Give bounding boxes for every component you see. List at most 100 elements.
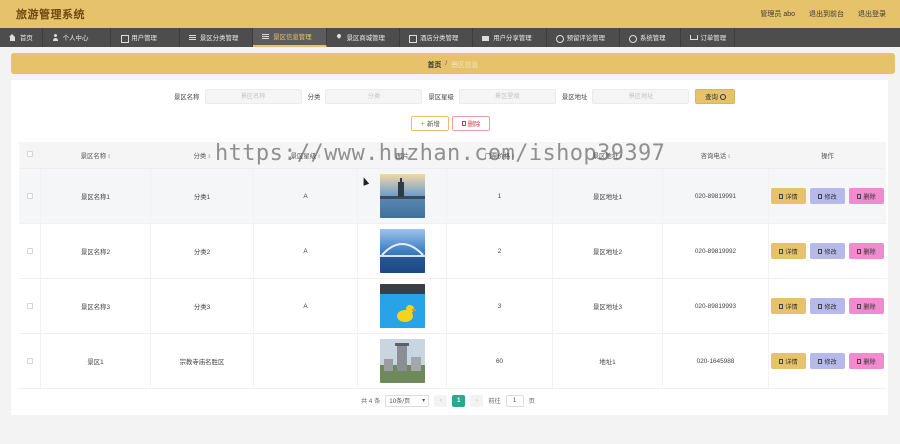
cell-category: 分类2 — [151, 223, 254, 279]
cell-name: 景区名称3 — [41, 278, 151, 334]
cell-name: 景区名称1 — [41, 168, 151, 224]
delete-button[interactable]: 删除 — [849, 188, 884, 204]
cell-image — [358, 168, 447, 224]
row-checkbox[interactable] — [26, 303, 33, 309]
edit-button[interactable]: 修改 — [810, 243, 845, 259]
circle-icon — [629, 34, 638, 43]
chevron-left-icon: ‹ — [439, 397, 442, 404]
nav-item-system[interactable]: 系统管理 — [620, 28, 681, 47]
table-row: 景区名称2 分类2 A 2 景区地址2 020-89819992 详情 修改 删… — [19, 223, 886, 279]
row-checkbox[interactable] — [26, 358, 33, 364]
add-button[interactable]: + 新增 — [411, 116, 449, 131]
cell-level — [254, 333, 358, 389]
detail-label: 详情 — [785, 303, 798, 311]
chevron-down-icon: ▾ — [422, 397, 426, 404]
cell-phone: 020-89819992 — [663, 223, 769, 279]
search-button[interactable]: 查询 — [695, 89, 736, 104]
nav-item-comments[interactable]: 预留评论管理 — [547, 28, 620, 47]
detail-button[interactable]: 详情 — [771, 188, 806, 204]
column-header[interactable]: 景区星级⇕ — [254, 151, 358, 160]
pin-icon — [336, 34, 343, 41]
column-header[interactable]: 分类⇕ — [151, 151, 254, 160]
detail-button[interactable]: 详情 — [771, 353, 806, 369]
pagination: 共 4 条 10条/页 ▾ ‹ 1 › 前往 页 — [361, 394, 535, 407]
edit-button[interactable]: 修改 — [810, 353, 845, 369]
edit-label: 修改 — [824, 193, 837, 201]
nav-item-home[interactable]: 首页 — [0, 28, 43, 47]
edit-button[interactable]: 修改 — [810, 298, 845, 314]
nav-label: 系统管理 — [639, 35, 666, 42]
detail-button[interactable]: 详情 — [771, 243, 806, 259]
column-header[interactable]: 景区地址⇕ — [553, 151, 663, 160]
row-select-cell — [19, 168, 41, 224]
delete-label: 删除 — [863, 358, 876, 366]
nav-label: 景区信息管理 — [273, 34, 312, 41]
page-size-select[interactable]: 10条/页 ▾ — [385, 394, 430, 407]
pool-duck-image — [379, 284, 425, 328]
document-icon — [779, 358, 784, 364]
top-header: 旅游管理系统 管理员 abo 退出到前台 退出登录 — [0, 0, 900, 28]
column-header-label: 咨询电话 — [700, 152, 727, 160]
logout-link[interactable]: 退出登录 — [858, 9, 886, 19]
search-name-input[interactable] — [204, 89, 302, 104]
nav-label: 个人中心 — [62, 35, 89, 42]
page-suffix: 页 — [528, 398, 535, 405]
column-header[interactable]: 景区名称⇕ — [41, 151, 151, 160]
row-select-cell — [19, 278, 41, 334]
cell-category: 分类3 — [151, 278, 254, 334]
exit-to-front-link[interactable]: 退出到前台 — [809, 9, 844, 19]
cell-level: A — [254, 223, 358, 279]
edit-button[interactable]: 修改 — [810, 188, 845, 204]
nav-item-orders[interactable]: 订单管理 — [681, 28, 736, 47]
cell-phone: 020-89819991 — [663, 168, 769, 224]
trash-icon — [857, 358, 862, 364]
breadcrumb-home[interactable]: 首页 — [428, 59, 442, 69]
sort-icon: ⇕ — [317, 153, 322, 160]
column-header[interactable]: 门票价格⇕ — [447, 151, 553, 160]
nav-item-scenic-mall[interactable]: 景区商城管理 — [327, 28, 400, 47]
column-header-label: 图片 — [396, 152, 409, 160]
detail-label: 详情 — [785, 193, 798, 201]
pencil-icon — [818, 358, 823, 364]
prev-page-button[interactable]: ‹ — [434, 394, 448, 407]
delete-label: 删除 — [863, 303, 876, 311]
nav-item-hotel-category[interactable]: 酒店分类管理 — [400, 28, 474, 47]
content-panel: 景区名称 分类 景区星级 景区地址 查询 + 新增 删除 景区名称⇕ 分类⇕ 景… — [11, 80, 888, 415]
cell-name: 景区名称2 — [41, 223, 151, 279]
sort-icon: ⇕ — [207, 153, 212, 160]
cell-address: 景区地址2 — [553, 223, 663, 279]
goto-page-input[interactable] — [505, 394, 524, 407]
cell-operations: 详情 修改 删除 — [769, 169, 886, 224]
cell-image — [358, 333, 447, 389]
page-number-current[interactable]: 1 — [452, 394, 466, 407]
nav-item-scenic-category[interactable]: 景区分类管理 — [180, 28, 254, 47]
delete-button[interactable]: 删除 — [849, 243, 884, 259]
edit-label: 修改 — [824, 248, 837, 256]
row-checkbox[interactable] — [26, 193, 33, 199]
column-header-label: 门票价格 — [484, 152, 511, 160]
search-category-input[interactable] — [325, 89, 423, 104]
nav-item-users[interactable]: 用户管理 — [111, 28, 180, 47]
delete-button[interactable]: 删除 — [849, 298, 884, 314]
search-address-input[interactable] — [592, 89, 690, 104]
bulk-delete-button[interactable]: 删除 — [452, 116, 490, 131]
row-checkbox[interactable] — [26, 248, 33, 254]
lines-icon — [188, 34, 196, 41]
nav-item-scenic-info[interactable]: 景区信息管理 — [253, 28, 327, 47]
search-level-input[interactable] — [458, 89, 556, 104]
select-all-cell — [19, 151, 41, 159]
nav-label: 景区商城管理 — [346, 35, 385, 42]
cell-phone: 020-89819993 — [663, 278, 769, 334]
row-select-cell — [19, 333, 41, 389]
scenic-table: 景区名称⇕ 分类⇕ 景区星级⇕ 图片 门票价格⇕ 景区地址⇕ 咨询电话⇕ 操作 … — [19, 142, 886, 389]
cell-level: A — [254, 168, 358, 224]
nav-item-user-share[interactable]: 用户分享管理 — [473, 28, 547, 47]
lines-icon — [262, 33, 270, 40]
detail-button[interactable]: 详情 — [771, 298, 806, 314]
delete-button[interactable]: 删除 — [849, 353, 884, 369]
select-all-checkbox[interactable] — [27, 151, 33, 157]
home-icon — [9, 34, 16, 41]
nav-item-profile[interactable]: 个人中心 — [43, 28, 112, 47]
column-header[interactable]: 咨询电话⇕ — [663, 151, 769, 160]
next-page-button[interactable]: › — [470, 394, 484, 407]
